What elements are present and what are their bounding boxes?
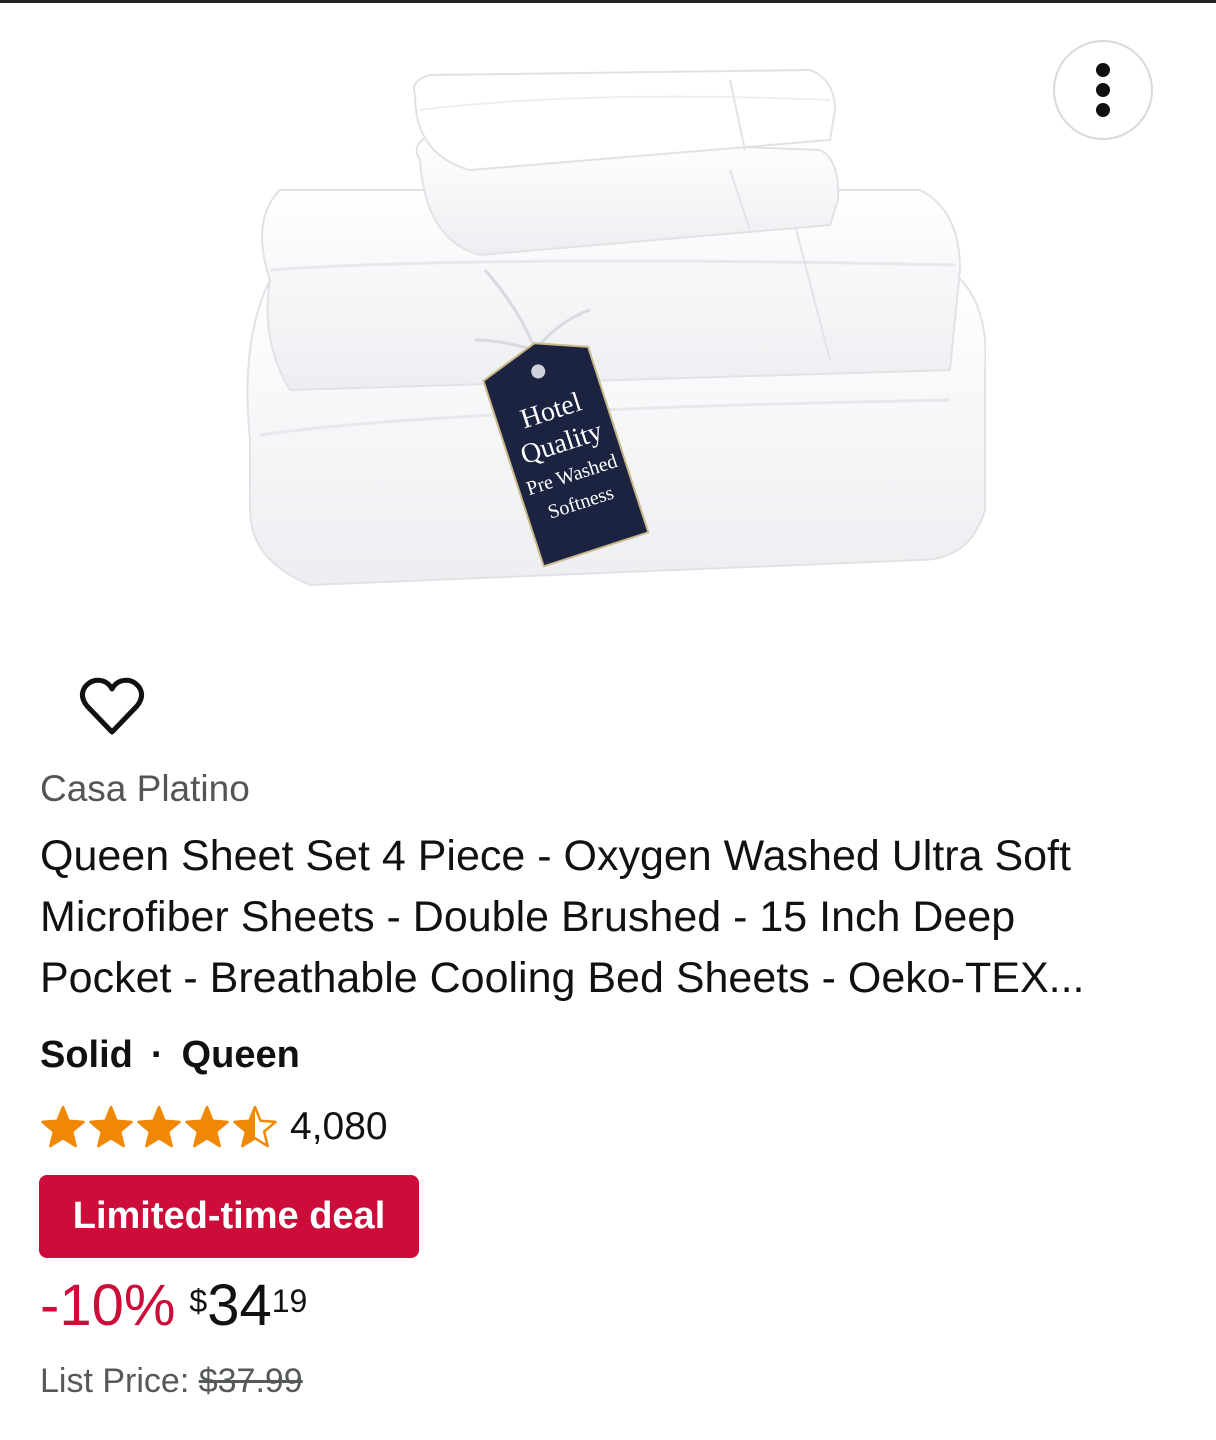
rating-count[interactable]: 4,080 <box>290 1105 388 1149</box>
heart-outline-icon <box>79 677 145 735</box>
product-title[interactable]: Queen Sheet Set 4 Piece - Oxygen Washed … <box>40 826 1150 1009</box>
list-price: List Price: $37.99 <box>40 1362 303 1401</box>
rating[interactable]: 4,080 <box>40 1102 388 1152</box>
list-price-label: List Price: <box>40 1362 190 1400</box>
star-rating <box>40 1104 278 1150</box>
more-vertical-icon <box>1096 63 1110 117</box>
variant-pattern: Solid <box>40 1034 133 1076</box>
favorite-button[interactable] <box>77 672 147 742</box>
brand-name[interactable]: Casa Platino <box>40 768 250 810</box>
star-icon <box>233 1105 277 1148</box>
deal-badge: Limited-time deal <box>39 1175 419 1258</box>
price-whole: 34 <box>207 1273 272 1338</box>
star-icon <box>89 1105 133 1148</box>
price-fraction: 19 <box>271 1283 308 1319</box>
top-divider <box>0 0 1216 3</box>
variant-size: Queen <box>181 1034 300 1076</box>
variant-separator: · <box>150 1034 164 1076</box>
list-price-value: $37.99 <box>198 1362 303 1400</box>
star-icon <box>41 1105 85 1148</box>
variant-info: Solid · Queen <box>40 1034 300 1077</box>
star-icon <box>137 1105 181 1148</box>
price-currency: $ <box>189 1283 208 1319</box>
discount-percent: -10% <box>40 1273 176 1338</box>
product-image[interactable]: Hotel Quality Pre Washed Softness <box>230 40 986 688</box>
star-icon <box>185 1105 229 1148</box>
price-row: -10% $ 34 19 <box>40 1270 307 1342</box>
current-price: $ 34 19 <box>189 1270 307 1342</box>
more-options-button[interactable] <box>1053 40 1153 140</box>
